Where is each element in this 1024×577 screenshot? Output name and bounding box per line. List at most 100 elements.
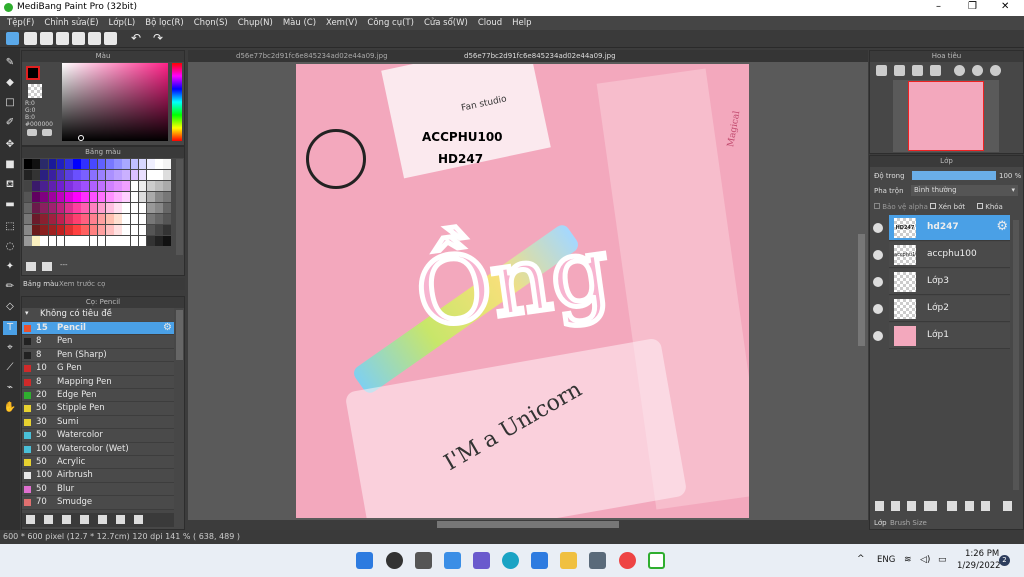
canvas-vscroll[interactable]	[858, 234, 865, 346]
brush-tool-icon[interactable]: ✎	[3, 56, 17, 70]
layer-row[interactable]: Lớp3	[889, 269, 1010, 295]
palette-swatch[interactable]	[24, 192, 32, 202]
doc-tab-2[interactable]: d56e77bc2d91fc6e845234ad02e44a09.jpg	[464, 52, 616, 60]
palette-swatch[interactable]	[114, 225, 122, 235]
eye-icon[interactable]	[873, 331, 883, 341]
menu-cloud[interactable]: Cloud	[473, 18, 507, 28]
brush-item[interactable]: 100 Airbrush	[22, 469, 174, 483]
palette-swatch[interactable]	[138, 214, 147, 224]
palette-swatch[interactable]	[81, 170, 89, 180]
lasso-tool-icon[interactable]: ◌	[3, 240, 17, 254]
palette-swatch[interactable]	[65, 236, 73, 246]
palette-swatch[interactable]	[48, 214, 57, 224]
palette-grid[interactable]	[24, 159, 172, 255]
palette-swatch[interactable]	[106, 214, 114, 224]
brush-folder-icon[interactable]	[80, 515, 89, 524]
menu-filter[interactable]: Bộ lọc(R)	[140, 18, 189, 28]
duplicate-layer-icon[interactable]	[965, 501, 974, 511]
opacity-slider[interactable]	[912, 171, 996, 180]
palette-swatch[interactable]	[97, 159, 106, 169]
widgets-icon[interactable]	[444, 552, 461, 569]
palette-swatch[interactable]	[40, 181, 48, 191]
palette-swatch[interactable]	[130, 236, 139, 246]
palette-swatch[interactable]	[97, 181, 106, 191]
palette-swatch[interactable]	[81, 203, 89, 213]
menu-window[interactable]: Cửa sổ(W)	[419, 18, 473, 28]
palette-swatch[interactable]	[106, 225, 114, 235]
palette-swatch[interactable]	[138, 181, 147, 191]
brush-item[interactable]: 50 Acrylic	[22, 456, 174, 470]
palette-swatch[interactable]	[73, 159, 81, 169]
foreground-color-swatch[interactable]	[26, 66, 40, 80]
zoom-reset-icon[interactable]	[930, 65, 941, 76]
palette-swatch[interactable]	[163, 159, 171, 169]
palette-swatch[interactable]	[147, 203, 155, 213]
palette-swatch[interactable]	[89, 236, 98, 246]
palette-swatch[interactable]	[106, 203, 114, 213]
palette-swatch[interactable]	[48, 181, 57, 191]
palette-swatch[interactable]	[155, 192, 163, 202]
palette-swatch[interactable]	[130, 159, 139, 169]
frame-icon[interactable]	[56, 32, 69, 45]
palette-swatch[interactable]	[106, 192, 114, 202]
palette-swatch[interactable]	[97, 192, 106, 202]
rotate-reset-icon[interactable]	[990, 65, 1001, 76]
palette-swatch[interactable]	[138, 170, 147, 180]
palette-swatch[interactable]	[89, 170, 98, 180]
palette-swatch[interactable]	[89, 203, 98, 213]
palette-swatch[interactable]	[32, 192, 40, 202]
saturation-value-picker[interactable]	[62, 63, 168, 141]
start-icon[interactable]	[356, 552, 373, 569]
palette-swatch[interactable]	[147, 192, 155, 202]
palette-swatch[interactable]	[73, 214, 81, 224]
palette-swatch[interactable]	[114, 214, 122, 224]
palette-swatch[interactable]	[32, 159, 40, 169]
battery-icon[interactable]: ▭	[938, 555, 947, 565]
brush-item[interactable]: 20 Edge Pen	[22, 389, 174, 403]
palette-swatch[interactable]	[155, 181, 163, 191]
palette-swatch[interactable]	[163, 225, 171, 235]
task-view-icon[interactable]	[415, 552, 432, 569]
rotate-right-icon[interactable]	[972, 65, 983, 76]
canvas-hscroll[interactable]	[437, 521, 619, 528]
palette-swatch[interactable]	[56, 225, 65, 235]
new-layer-8bit-icon[interactable]	[891, 501, 900, 511]
palette-swatch[interactable]	[155, 170, 163, 180]
palette-swatch[interactable]	[163, 170, 171, 180]
palette-swatch[interactable]	[138, 192, 147, 202]
palette-swatch[interactable]	[40, 225, 48, 235]
palette-swatch[interactable]	[32, 236, 40, 246]
brush-item[interactable]: 30 Sumi	[22, 415, 174, 430]
palette-swatch[interactable]	[155, 214, 163, 224]
clock-date[interactable]: 1/29/2022	[957, 561, 1001, 571]
brush-item[interactable]: 70 Smudge	[22, 496, 174, 510]
hand-tool-icon[interactable]: ✋	[3, 401, 17, 415]
grid-icon[interactable]	[88, 32, 101, 45]
divide-tool-icon[interactable]: ⟋	[3, 361, 17, 375]
tray-expand-icon[interactable]: ^	[857, 554, 865, 564]
palette-swatch[interactable]	[56, 236, 65, 246]
palette-swatch[interactable]	[48, 159, 57, 169]
blend-select[interactable]: Bình thường ▾	[911, 185, 1018, 196]
palette-swatch[interactable]	[130, 214, 139, 224]
merge-layer-icon[interactable]	[981, 501, 990, 511]
palette-swatch[interactable]	[40, 214, 48, 224]
palette-swatch[interactable]	[73, 225, 81, 235]
brush-add-cloud-icon[interactable]	[44, 515, 53, 524]
layer-row[interactable]: Lớp1	[889, 323, 1010, 349]
palette-swatch[interactable]	[97, 203, 106, 213]
palette-swatch[interactable]	[122, 214, 130, 224]
palette-swatch[interactable]	[114, 203, 122, 213]
palette-swatch[interactable]	[81, 214, 89, 224]
menu-file[interactable]: Tệp(F)	[2, 18, 39, 28]
brush-item[interactable]: 8 Pen (Sharp)	[22, 348, 174, 363]
doc-tab-1[interactable]: d56e77bc2d91fc6e845234ad02e44a09.jpg	[236, 52, 388, 60]
rotate-left-icon[interactable]	[954, 65, 965, 76]
palette-swatch[interactable]	[89, 225, 98, 235]
navigator-thumbnail[interactable]	[908, 81, 984, 151]
palette-swatch[interactable]	[24, 214, 32, 224]
operation-tool-icon[interactable]: ⌖	[3, 341, 17, 355]
palette-swatch[interactable]	[24, 170, 32, 180]
palette-swatch[interactable]	[114, 159, 122, 169]
palette-swatch[interactable]	[73, 203, 81, 213]
